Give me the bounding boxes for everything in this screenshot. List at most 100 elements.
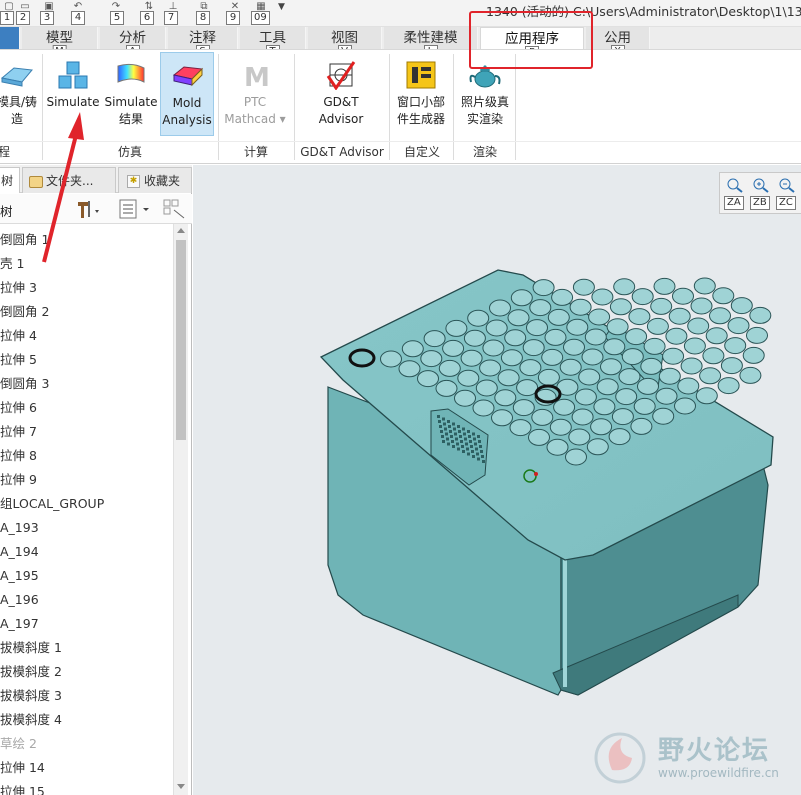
graphics-viewport[interactable]	[193, 165, 801, 795]
latch-vent-slot	[456, 442, 459, 446]
latch-vent-slot	[455, 437, 458, 441]
latch-vent-slot	[444, 427, 447, 431]
tab-file[interactable]	[0, 27, 20, 49]
lid-hole	[491, 409, 513, 427]
list-view-icon	[119, 199, 149, 219]
lid-hole	[537, 368, 560, 386]
tree-item[interactable]: A_195	[0, 564, 39, 588]
qat-switch-window-button[interactable]: ⧉ 8	[192, 1, 216, 25]
tab-favorites[interactable]: ✱ 收藏夹	[118, 167, 192, 193]
tab-view[interactable]: 视图V	[308, 27, 382, 59]
tree-item[interactable]: 拉伸 4	[0, 324, 37, 348]
tab-annotate[interactable]: 注释S	[168, 27, 238, 59]
lid-hole	[640, 357, 663, 375]
simulate-button[interactable]: Simulate	[45, 52, 101, 136]
lid-hole	[724, 337, 747, 355]
lid-hole	[705, 327, 728, 345]
lid-hole	[665, 327, 688, 345]
tree-item[interactable]: 倒圆角 3	[0, 372, 49, 396]
lid-hole	[380, 350, 402, 368]
tree-item[interactable]: 草绘 2	[0, 732, 37, 756]
lid-hole	[608, 428, 631, 446]
group-label-mold: 程	[0, 145, 10, 159]
latch-vent-slot	[465, 442, 468, 446]
tree-item[interactable]: 拔模斜度 4	[0, 708, 62, 732]
tree-item[interactable]: 拔模斜度 1	[0, 636, 62, 660]
tab-flexible-modeling[interactable]: 柔性建模L	[384, 27, 478, 59]
widget-generator-button[interactable]: 窗口小部 件生成器	[393, 52, 449, 136]
tab-folder-browser[interactable]: 文件夹...	[22, 167, 116, 193]
tree-item[interactable]: 拉伸 9	[0, 468, 37, 492]
scroll-thumb[interactable]	[176, 240, 186, 440]
tree-item[interactable]: 拔模斜度 2	[0, 660, 62, 684]
qat-redo-button[interactable]: ↷ 5	[104, 1, 128, 25]
tree-item[interactable]: 倒圆角 1	[0, 228, 49, 252]
tab-utilities[interactable]: 公用X	[586, 27, 650, 59]
tree-filter-button[interactable]	[162, 198, 186, 220]
tree-item[interactable]: 拉伸 7	[0, 420, 37, 444]
tree-item[interactable]: 倒圆角 2	[0, 300, 49, 324]
tree-header-label: 树	[0, 204, 13, 219]
lid-hole	[482, 339, 505, 357]
qat-windows-button[interactable]: ⊥ 7	[164, 1, 182, 25]
tree-item[interactable]: 拉伸 15	[0, 780, 45, 795]
tab-tools[interactable]: 工具T	[240, 27, 306, 59]
lid-hole	[662, 347, 685, 365]
tree-item[interactable]: A_194	[0, 540, 39, 564]
tree-item[interactable]: 组LOCAL_GROUP	[0, 492, 104, 516]
scroll-down-icon[interactable]	[177, 784, 185, 789]
lid-hole	[680, 357, 703, 375]
model-3d-view[interactable]	[193, 165, 801, 795]
tree-settings-button[interactable]	[74, 198, 100, 220]
lid-hole	[712, 287, 735, 305]
latch-vent-slot	[468, 435, 471, 438]
refit-button[interactable]: ZA	[724, 177, 745, 210]
latch-vent-slot	[462, 450, 465, 453]
qat-customize-dropdown-icon[interactable]: ▼	[278, 2, 285, 12]
tree-item[interactable]: 拉伸 5	[0, 348, 37, 372]
tab-model[interactable]: 模型M	[22, 27, 98, 59]
tree-item[interactable]: 拉伸 8	[0, 444, 37, 468]
tree-item[interactable]: 拔模斜度 3	[0, 684, 62, 708]
tree-item[interactable]: A_196	[0, 588, 39, 612]
latch-vent-slot	[477, 435, 480, 438]
simulate-results-button[interactable]: Simulate 结果	[103, 52, 159, 136]
lid-hole	[727, 317, 750, 335]
mold-casting-button[interactable]: 模具/铸 造	[0, 52, 42, 136]
lid-hole	[625, 328, 648, 346]
qat-save-button[interactable]: ▣ 3	[40, 1, 58, 25]
group-label-gdt-advisor: GD&T Advisor	[300, 145, 384, 159]
qat-undo-button[interactable]: ↶ 4	[66, 1, 90, 25]
lid-hole	[531, 408, 554, 426]
lid-hole	[674, 397, 696, 415]
mold-analysis-button[interactable]: Mold Analysis	[160, 52, 214, 136]
qat-regenerate-button[interactable]: ⇅ 6	[140, 1, 158, 25]
lid-hole	[581, 348, 604, 366]
lid-hole	[454, 389, 476, 407]
tree-item[interactable]: A_193	[0, 516, 39, 540]
lid-hole	[417, 370, 439, 388]
lid-hole	[650, 297, 673, 315]
tab-model-tree[interactable]: 树	[0, 167, 20, 193]
tree-item[interactable]: 壳 1	[0, 252, 24, 276]
tab-analysis[interactable]: 分析A	[100, 27, 166, 59]
ptc-mathcad-button[interactable]: M PTC Mathcad ▾	[222, 52, 288, 136]
tree-scrollbar[interactable]	[173, 224, 188, 795]
qat-button-2[interactable]: ▭ 2	[16, 1, 34, 25]
qat-button-10[interactable]: ▦ 09	[250, 1, 272, 25]
latch-vent-slot	[457, 447, 460, 451]
zoom-out-button[interactable]: ZC	[776, 177, 797, 210]
qat-close-button[interactable]: ✕ 9	[226, 1, 244, 25]
tree-item[interactable]: 拉伸 6	[0, 396, 37, 420]
lid-hole	[702, 347, 725, 365]
tree-item[interactable]: 拉伸 3	[0, 276, 37, 300]
tree-item[interactable]: A_197	[0, 612, 39, 636]
zoom-in-button[interactable]: ZB	[750, 177, 771, 210]
panel-tabs: 树 文件夹... ✱ 收藏夹	[0, 165, 192, 193]
scroll-up-icon[interactable]	[177, 228, 185, 233]
tree-item[interactable]: 拉伸 14	[0, 756, 45, 780]
lid-hole	[571, 408, 594, 426]
gdt-advisor-button[interactable]: GD&T Advisor	[302, 52, 380, 136]
tree-show-button[interactable]	[118, 198, 152, 220]
lid-hole	[507, 309, 530, 327]
